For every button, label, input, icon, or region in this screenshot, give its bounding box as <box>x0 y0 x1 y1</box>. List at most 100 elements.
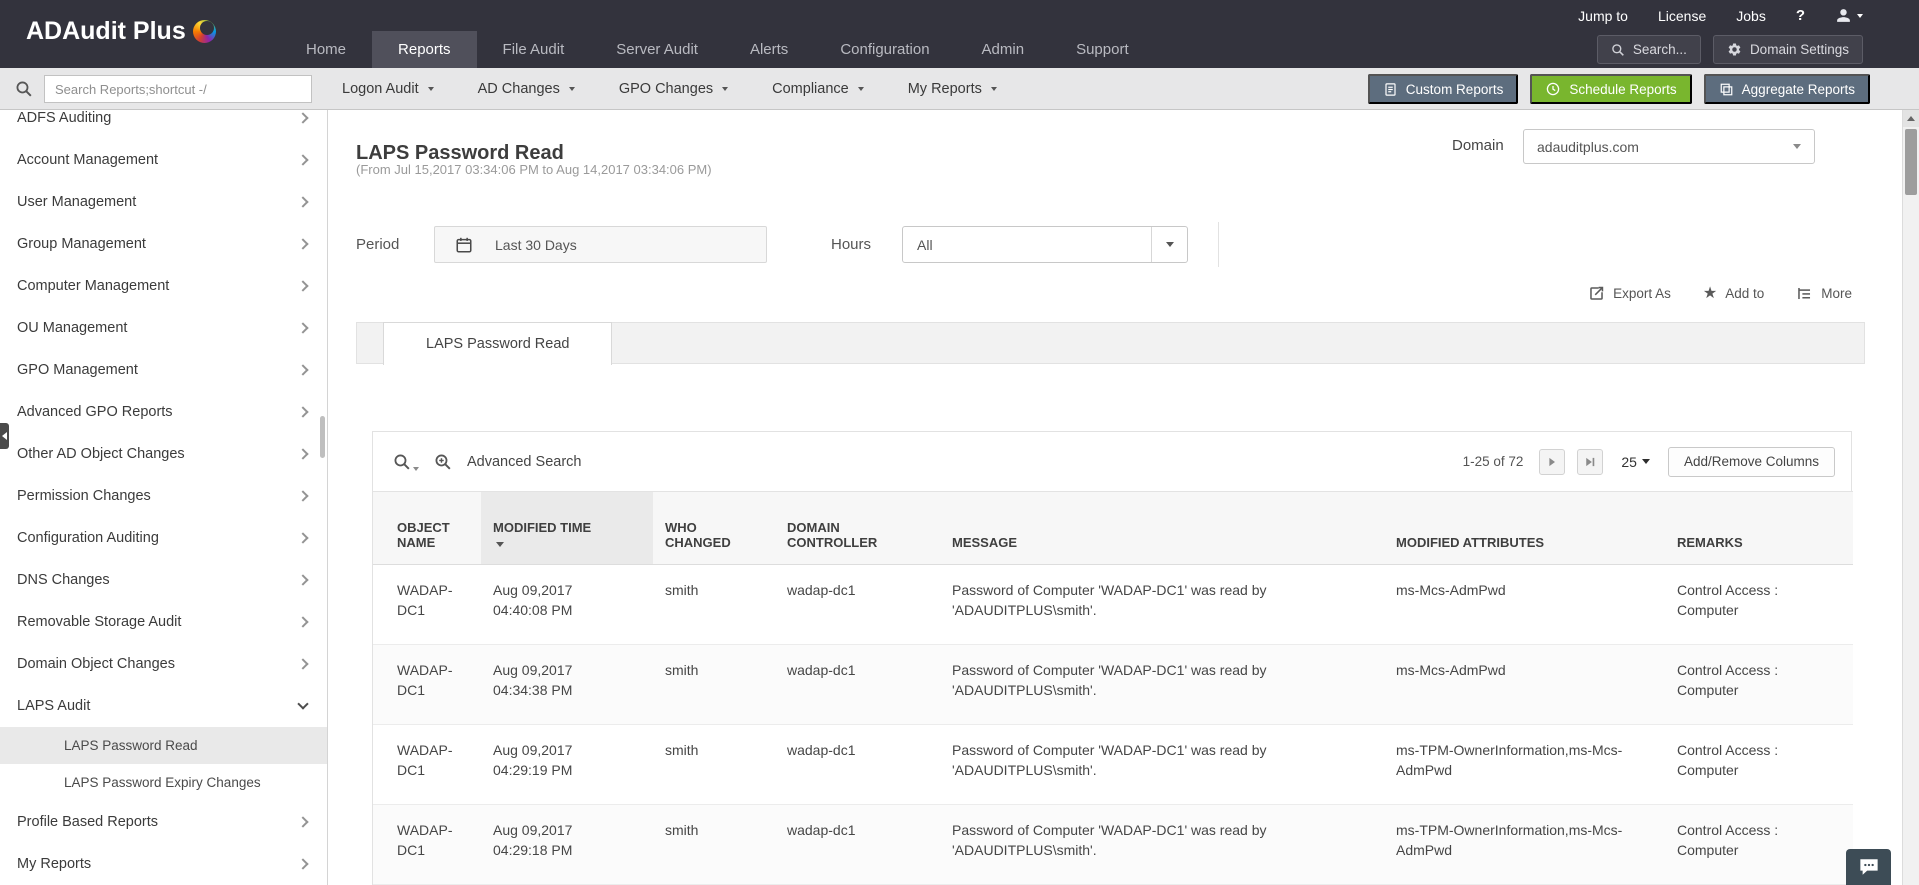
chevron-right-icon <box>297 280 308 291</box>
sidebar-item-ou-management[interactable]: OU Management <box>0 307 327 349</box>
column-header-object-name[interactable]: OBJECT NAME <box>373 492 481 565</box>
nav-item-reports[interactable]: Reports <box>372 31 477 68</box>
gear-icon <box>1727 42 1742 57</box>
column-header-label: WHO CHANGED <box>665 520 763 550</box>
domain-settings-button[interactable]: Domain Settings <box>1713 35 1863 64</box>
sidebar-item-gpo-management[interactable]: GPO Management <box>0 349 327 391</box>
cell-who-changed: smith <box>653 645 775 725</box>
nav-item-alerts[interactable]: Alerts <box>724 31 814 68</box>
search-icon <box>15 80 33 98</box>
column-header-modified-time[interactable]: MODIFIED TIME <box>481 492 653 565</box>
cell-domain-controller: wadap-dc1 <box>775 645 940 725</box>
sidebar-item-domain-object-changes[interactable]: Domain Object Changes <box>0 643 327 685</box>
sidebar-item-profile-based-reports[interactable]: Profile Based Reports <box>0 801 327 843</box>
license-link[interactable]: License <box>1658 8 1706 24</box>
period-picker[interactable]: Last 30 Days <box>434 226 767 263</box>
report-date-range: (From Jul 15,2017 03:34:06 PM to Aug 14,… <box>356 162 712 177</box>
cell-remarks: Control Access : Computer <box>1665 805 1853 885</box>
chevron-right-icon <box>297 406 308 417</box>
jump-to-link[interactable]: Jump to <box>1578 8 1628 24</box>
caret-down-icon <box>413 467 419 471</box>
column-header-modified-attributes[interactable]: MODIFIED ATTRIBUTES <box>1384 492 1665 565</box>
chat-widget-button[interactable] <box>1846 849 1891 885</box>
sidebar-item-my-reports[interactable]: My Reports <box>0 843 327 885</box>
sidebar-scrollbar-thumb[interactable] <box>320 416 325 458</box>
nav-item-home[interactable]: Home <box>280 31 372 68</box>
add-remove-columns-button[interactable]: Add/Remove Columns <box>1668 447 1835 477</box>
page-size-dropdown[interactable]: 25 <box>1621 454 1650 470</box>
schedule-reports-button[interactable]: Schedule Reports <box>1530 74 1691 104</box>
domain-select[interactable]: adauditplus.com <box>1523 129 1815 164</box>
cell-date: Aug 09,2017 <box>493 581 641 601</box>
scrollbar-thumb[interactable] <box>1905 129 1917 195</box>
advanced-search-link[interactable]: Advanced Search <box>467 454 581 470</box>
next-page-button[interactable] <box>1539 449 1565 475</box>
sidebar-item-laps-password-read[interactable]: LAPS Password Read <box>0 727 327 764</box>
sidebar-item-laps-password-expiry-changes[interactable]: LAPS Password Expiry Changes <box>0 764 327 801</box>
tab-laps-password-read[interactable]: LAPS Password Read <box>383 322 612 365</box>
cell-time: 04:29:19 PM <box>493 761 641 781</box>
sidebar-item-configuration-auditing[interactable]: Configuration Auditing <box>0 517 327 559</box>
advanced-search-icon[interactable] <box>434 453 452 471</box>
domain-select-value: adauditplus.com <box>1537 139 1639 155</box>
nav-item-file-audit[interactable]: File Audit <box>477 31 591 68</box>
column-header-remarks[interactable]: REMARKS <box>1665 492 1853 565</box>
menu-gpo-changes[interactable]: GPO Changes <box>597 81 750 97</box>
triangle-up-icon <box>1907 116 1915 121</box>
column-search-button[interactable] <box>393 453 419 471</box>
sidebar-item-group-management[interactable]: Group Management <box>0 223 327 265</box>
sidebar-item-laps-audit[interactable]: LAPS Audit <box>0 685 327 727</box>
report-table: OBJECT NAME MODIFIED TIME WHO CHANGED DO… <box>373 491 1853 885</box>
hours-label: Hours <box>831 236 871 253</box>
global-search-button[interactable]: Search... <box>1597 35 1701 64</box>
export-as-button[interactable]: Export As <box>1588 285 1671 302</box>
column-header-domain-controller[interactable]: DOMAIN CONTROLLER <box>775 492 940 565</box>
report-search-input[interactable] <box>44 75 312 103</box>
sidebar-collapse-handle[interactable] <box>0 423 9 449</box>
logo-swirl-icon <box>193 20 216 43</box>
header-actions: Search... Domain Settings <box>1597 35 1863 64</box>
column-header-who-changed[interactable]: WHO CHANGED <box>653 492 775 565</box>
nav-item-support[interactable]: Support <box>1050 31 1155 68</box>
table-toolbar-left: Advanced Search <box>393 432 581 491</box>
sidebar-item-label: My Reports <box>17 856 299 872</box>
menu-ad-changes[interactable]: AD Changes <box>456 81 597 97</box>
sidebar-item-label: LAPS Audit <box>17 698 299 714</box>
sidebar-item-permission-changes[interactable]: Permission Changes <box>0 475 327 517</box>
sidebar-item-removable-storage-audit[interactable]: Removable Storage Audit <box>0 601 327 643</box>
sidebar-item-advanced-gpo-reports[interactable]: Advanced GPO Reports <box>0 391 327 433</box>
jobs-link[interactable]: Jobs <box>1736 8 1766 24</box>
column-header-message[interactable]: MESSAGE <box>940 492 1384 565</box>
scroll-up-button[interactable] <box>1903 110 1919 127</box>
help-link[interactable]: ? <box>1796 7 1805 24</box>
user-menu[interactable] <box>1835 7 1863 24</box>
cell-who-changed: smith <box>653 805 775 885</box>
sidebar-item-account-management[interactable]: Account Management <box>0 139 327 181</box>
sidebar-item-computer-management[interactable]: Computer Management <box>0 265 327 307</box>
last-page-button[interactable] <box>1577 449 1603 475</box>
menu-logon-audit[interactable]: Logon Audit <box>320 81 456 97</box>
search-icon <box>1611 43 1625 57</box>
sidebar-item-other-ad-object-changes[interactable]: Other AD Object Changes <box>0 433 327 475</box>
custom-reports-button[interactable]: Custom Reports <box>1368 74 1519 104</box>
sidebar-item-label: Domain Object Changes <box>17 656 299 672</box>
chevron-right-icon <box>297 322 308 333</box>
nav-item-admin[interactable]: Admin <box>956 31 1051 68</box>
menu-label: GPO Changes <box>619 81 713 97</box>
nav-item-configuration[interactable]: Configuration <box>814 31 955 68</box>
sidebar-item-dns-changes[interactable]: DNS Changes <box>0 559 327 601</box>
column-header-label: REMARKS <box>1677 535 1841 550</box>
sidebar-item-label: User Management <box>17 194 299 210</box>
sidebar-item-adfs-auditing[interactable]: ADFS Auditing <box>0 110 327 139</box>
menu-compliance[interactable]: Compliance <box>750 81 886 97</box>
next-page-icon <box>1546 456 1558 468</box>
more-button[interactable]: More <box>1796 285 1852 302</box>
menu-my-reports[interactable]: My Reports <box>886 81 1019 97</box>
page-scrollbar[interactable] <box>1902 110 1919 885</box>
aggregate-reports-button[interactable]: Aggregate Reports <box>1704 74 1870 104</box>
hours-select[interactable]: All <box>902 226 1188 263</box>
nav-item-server-audit[interactable]: Server Audit <box>590 31 724 68</box>
add-to-button[interactable]: ★ Add to <box>1703 286 1764 302</box>
sidebar-item-user-management[interactable]: User Management <box>0 181 327 223</box>
pagination-range: 1-25 of 72 <box>1463 454 1524 469</box>
